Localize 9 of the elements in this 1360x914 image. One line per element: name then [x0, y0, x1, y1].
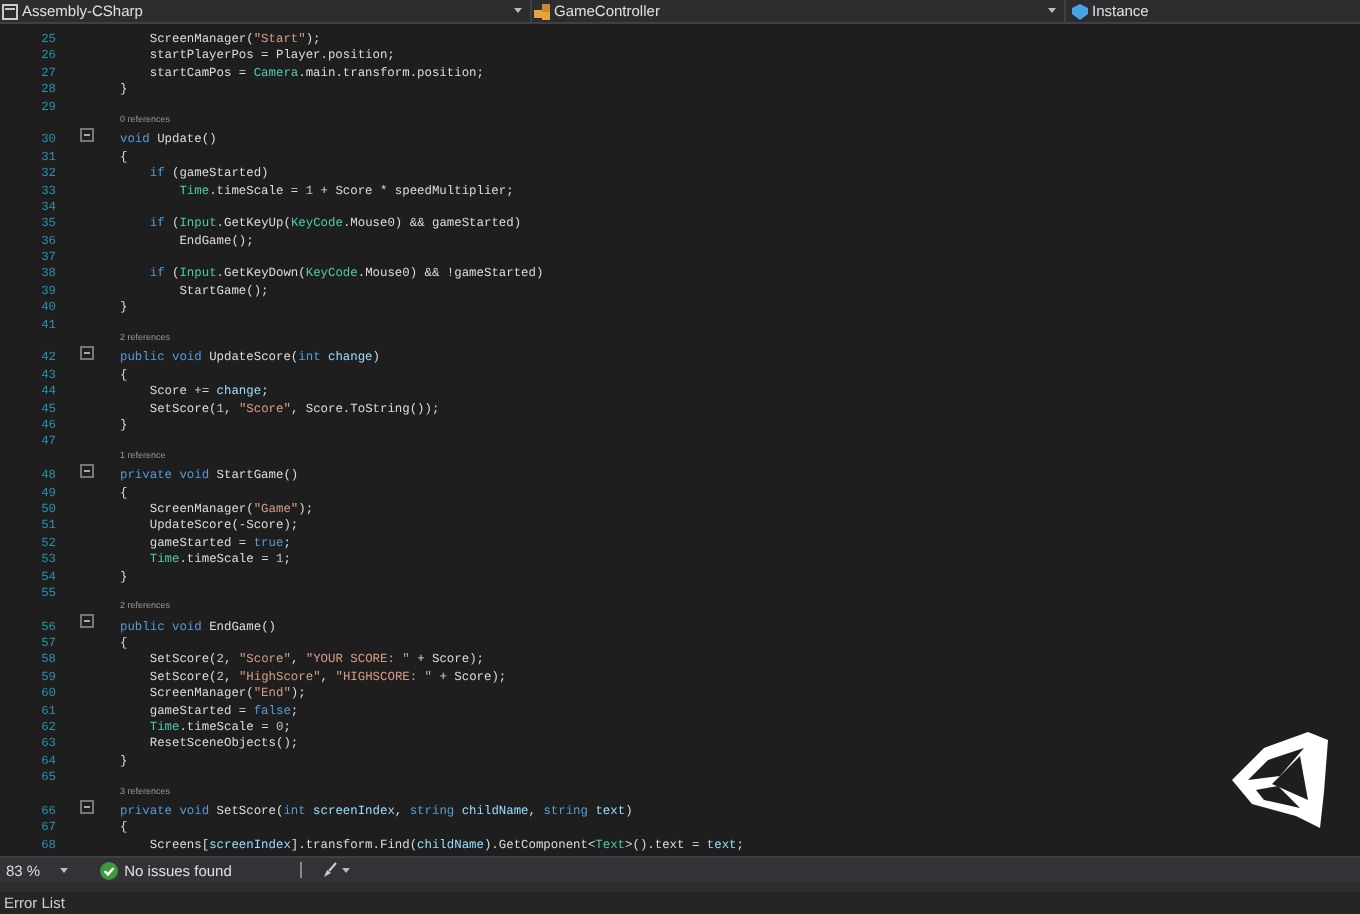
- window-icon: [2, 3, 18, 19]
- field-icon: [1072, 3, 1088, 19]
- caret-icon: [341, 867, 350, 873]
- caret-icon: [514, 8, 522, 14]
- caret-icon: [1048, 8, 1056, 14]
- check-icon: [100, 861, 119, 879]
- brush-icon: [321, 862, 338, 878]
- class-icon: [534, 3, 550, 19]
- caret-icon: [60, 867, 69, 873]
